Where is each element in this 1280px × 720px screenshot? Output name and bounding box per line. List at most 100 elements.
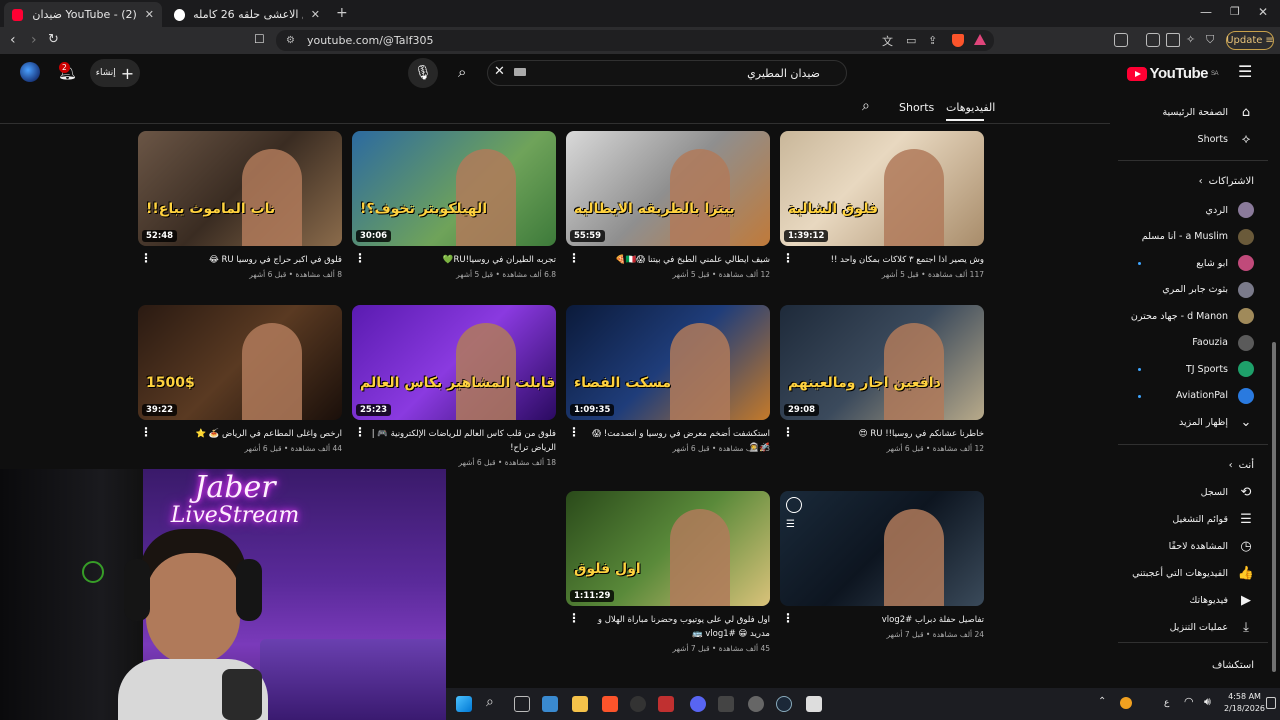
app-icon[interactable] bbox=[718, 696, 734, 712]
voice-search-button[interactable]: 🎙︎ bbox=[408, 58, 438, 88]
video-menu-icon[interactable]: ⋮ bbox=[782, 426, 794, 438]
share-icon[interactable]: ⇪ bbox=[928, 34, 937, 47]
video-thumbnail[interactable]: قابلت المشاهير بكاس العالم 25:23 bbox=[352, 305, 556, 420]
video-thumbnail[interactable]: فلوق الشالية 1:39:12 bbox=[780, 131, 984, 246]
video-card[interactable]: ناب الماموث يباع!! 52:48 ⋮ فلوق في اكبر حرا… bbox=[138, 131, 342, 279]
video-title[interactable]: ارخص واغلى المطاعم في الرياض 🍝 ⭐ bbox=[156, 427, 342, 441]
subscription-item[interactable]: Faouzia bbox=[1192, 331, 1254, 355]
sidebar-item-shorts[interactable]: ⟡ Shorts bbox=[1198, 127, 1254, 151]
keyboard-icon[interactable] bbox=[514, 68, 526, 76]
video-menu-icon[interactable]: ⋮ bbox=[354, 252, 366, 264]
sidebar-item-history[interactable]: ⟲ السجل bbox=[1201, 480, 1254, 504]
brave-rewards-icon[interactable] bbox=[974, 34, 986, 45]
close-tab-icon[interactable]: ✕ bbox=[311, 8, 320, 21]
video-thumbnail[interactable]: 1500$ 39:22 bbox=[138, 305, 342, 420]
tab-videos[interactable]: الفيديوهات bbox=[946, 101, 995, 114]
volume-icon[interactable]: 🔊︎ bbox=[1204, 695, 1211, 709]
subscription-item[interactable]: AviationPal bbox=[1176, 384, 1254, 408]
video-title[interactable]: خاطرنا عشانكم في روسيا!! RU 😍 bbox=[798, 427, 984, 441]
search-query[interactable]: ضيدان المطيري bbox=[747, 67, 820, 80]
video-thumbnail[interactable]: الهيلكوبتر تخوف؟! 30:06 bbox=[352, 131, 556, 246]
discord-icon[interactable] bbox=[690, 696, 706, 712]
youtube-logo[interactable]: YouTube SA bbox=[1126, 65, 1219, 82]
minimize-icon[interactable]: — bbox=[1200, 5, 1212, 19]
tab-search[interactable]: شارع الاعشى حلقه 26 كامله - Search ✕ bbox=[166, 2, 328, 27]
search-input[interactable]: ضيدان المطيري ✕ bbox=[487, 60, 847, 86]
video-thumbnail[interactable]: بيتزا بالطريقه الايطاليه 55:59 bbox=[566, 131, 770, 246]
video-card[interactable]: دافعين اجار ومالعينهم 29:08 ⋮ خاطرنا عشانكم… bbox=[780, 305, 984, 453]
video-card[interactable]: الهيلكوبتر تخوف؟! 30:06 ⋮ تجربه الطيران في … bbox=[352, 131, 556, 279]
create-button[interactable]: إنشاء + bbox=[90, 59, 140, 87]
video-card[interactable]: بيتزا بالطريقه الايطاليه 55:59 ⋮ شيف ايطالي… bbox=[566, 131, 770, 279]
windows-start-icon[interactable] bbox=[456, 696, 472, 712]
capcut-icon[interactable] bbox=[806, 696, 822, 712]
input-language[interactable]: ع bbox=[1164, 698, 1169, 708]
video-title[interactable]: وش يصير اذا اجتمع ٣ كلاكات بمكان واحد !! bbox=[798, 253, 984, 267]
video-title[interactable]: تفاصيل حفلة دبراب #vlog2 bbox=[798, 613, 984, 627]
sidebar-item-watch-later[interactable]: ◷ المشاهدة لاحقًا bbox=[1169, 534, 1254, 558]
reload-icon[interactable]: ↻ bbox=[48, 32, 59, 47]
video-title[interactable]: فلوق من قلب كاس العالم للرياضات الإلكترو… bbox=[370, 427, 556, 455]
video-thumbnail[interactable]: دافعين اجار ومالعينهم 29:08 bbox=[780, 305, 984, 420]
you-header[interactable]: ‹ أنت bbox=[1229, 460, 1254, 471]
tab-youtube[interactable]: YouTube - (2) ضيدان القحم ✕ bbox=[4, 2, 162, 27]
account-avatar[interactable] bbox=[20, 62, 40, 82]
subscription-item[interactable]: TJ Sports bbox=[1186, 357, 1254, 381]
sidebar-item-your-videos[interactable]: ▶ فيديوهاتك bbox=[1189, 588, 1254, 612]
streamlabs-icon[interactable] bbox=[658, 696, 674, 712]
wallet-icon[interactable] bbox=[1166, 33, 1180, 47]
translate-icon[interactable]: 文 bbox=[882, 33, 893, 49]
video-thumbnail[interactable]: مسكت الفضاء 1:09:35 bbox=[566, 305, 770, 420]
show-more-button[interactable]: ⌄ إظهار المزيد bbox=[1179, 410, 1254, 434]
video-title[interactable]: تجربه الطيران في روسيا!RU💚 bbox=[370, 253, 556, 267]
back-icon[interactable]: ‹ bbox=[10, 32, 16, 48]
sidebar-item-playlists[interactable]: ☰ قوائم التشغيل bbox=[1172, 507, 1254, 531]
video-menu-icon[interactable]: ⋮ bbox=[782, 612, 794, 624]
sidebar-toggle-icon[interactable] bbox=[1146, 33, 1160, 47]
extension-icon[interactable] bbox=[1114, 33, 1128, 47]
close-tab-icon[interactable]: ✕ bbox=[145, 8, 154, 21]
subscription-item[interactable]: بثوث جابر المري bbox=[1162, 278, 1254, 302]
brave-browser-icon[interactable] bbox=[602, 696, 618, 712]
subscription-item[interactable]: a Muslim - أنا مسلم bbox=[1142, 225, 1254, 249]
sidebar-item-download[interactable]: ⤓ عمليات التنزيل bbox=[1170, 615, 1254, 639]
clock[interactable]: 4:58 AM 2/18/2026 bbox=[1224, 691, 1265, 715]
media-player-icon[interactable] bbox=[748, 696, 764, 712]
new-tab-icon[interactable]: + bbox=[336, 5, 348, 21]
video-card[interactable]: قابلت المشاهير بكاس العالم 25:23 ⋮ فلوق من … bbox=[352, 305, 556, 467]
video-menu-icon[interactable]: ⋮ bbox=[782, 252, 794, 264]
video-title[interactable]: فلوق في اكبر حراج في روسيا RU 😂 bbox=[156, 253, 342, 267]
tray-chevron-icon[interactable]: ⌃ bbox=[1098, 696, 1106, 707]
video-menu-icon[interactable]: ⋮ bbox=[354, 426, 366, 438]
video-thumbnail[interactable]: اول فلوق 1:11:29 bbox=[566, 491, 770, 606]
task-view-icon[interactable] bbox=[514, 696, 530, 712]
address-bar[interactable]: ⚙ youtube.com/@Talf305 文 ▭ ⇪ bbox=[276, 30, 994, 51]
video-menu-icon[interactable]: ⋮ bbox=[568, 252, 580, 264]
clear-search-icon[interactable]: ✕ bbox=[494, 64, 505, 79]
video-card[interactable]: فلوق الشالية 1:39:12 ⋮ وش يصير اذا اجتمع ٣ … bbox=[780, 131, 984, 279]
steam-icon[interactable] bbox=[776, 696, 792, 712]
vpn-icon[interactable]: ⛉ bbox=[1206, 33, 1220, 47]
brave-shield-icon[interactable] bbox=[952, 34, 964, 47]
add-to-queue-icon[interactable]: ☰ bbox=[786, 519, 802, 533]
video-title[interactable]: اول فلوق لي على يوتيوب وحضرنا مباراة اله… bbox=[584, 613, 770, 641]
bookmark-icon[interactable]: ☐ bbox=[254, 32, 265, 46]
video-card[interactable]: ☰ ⋮ تفاصيل حفلة دبراب #vlog2 24 ألف مشاهدة … bbox=[780, 491, 984, 639]
tray-app-icon[interactable] bbox=[1120, 697, 1132, 709]
obs-icon[interactable] bbox=[630, 696, 646, 712]
subscription-item[interactable]: d Manon - جهاد محترن bbox=[1131, 304, 1254, 328]
close-window-icon[interactable]: ✕ bbox=[1258, 5, 1268, 19]
cast-icon[interactable]: ▭ bbox=[906, 34, 916, 47]
channel-search-icon[interactable]: ⌕ bbox=[862, 98, 870, 114]
video-card[interactable]: 1500$ 39:22 ⋮ ارخص واغلى المطاعم في الرياض … bbox=[138, 305, 342, 453]
video-card[interactable]: اول فلوق 1:11:29 ⋮ اول فلوق لي على يوتيوب و… bbox=[566, 491, 770, 653]
subscription-item[interactable]: ابو شايع bbox=[1196, 251, 1254, 275]
taskbar-search-icon[interactable]: ⌕ bbox=[486, 694, 502, 710]
widgets-icon[interactable] bbox=[542, 696, 558, 712]
subscriptions-header[interactable]: ‹ الاشتراكات bbox=[1199, 176, 1254, 187]
video-menu-icon[interactable]: ⋮ bbox=[568, 612, 580, 624]
search-submit-icon[interactable]: ⌕ bbox=[458, 63, 466, 81]
update-button[interactable]: Update ≡ bbox=[1226, 31, 1274, 50]
site-info-icon[interactable]: ⚙ bbox=[286, 35, 295, 46]
file-explorer-icon[interactable] bbox=[572, 696, 588, 712]
